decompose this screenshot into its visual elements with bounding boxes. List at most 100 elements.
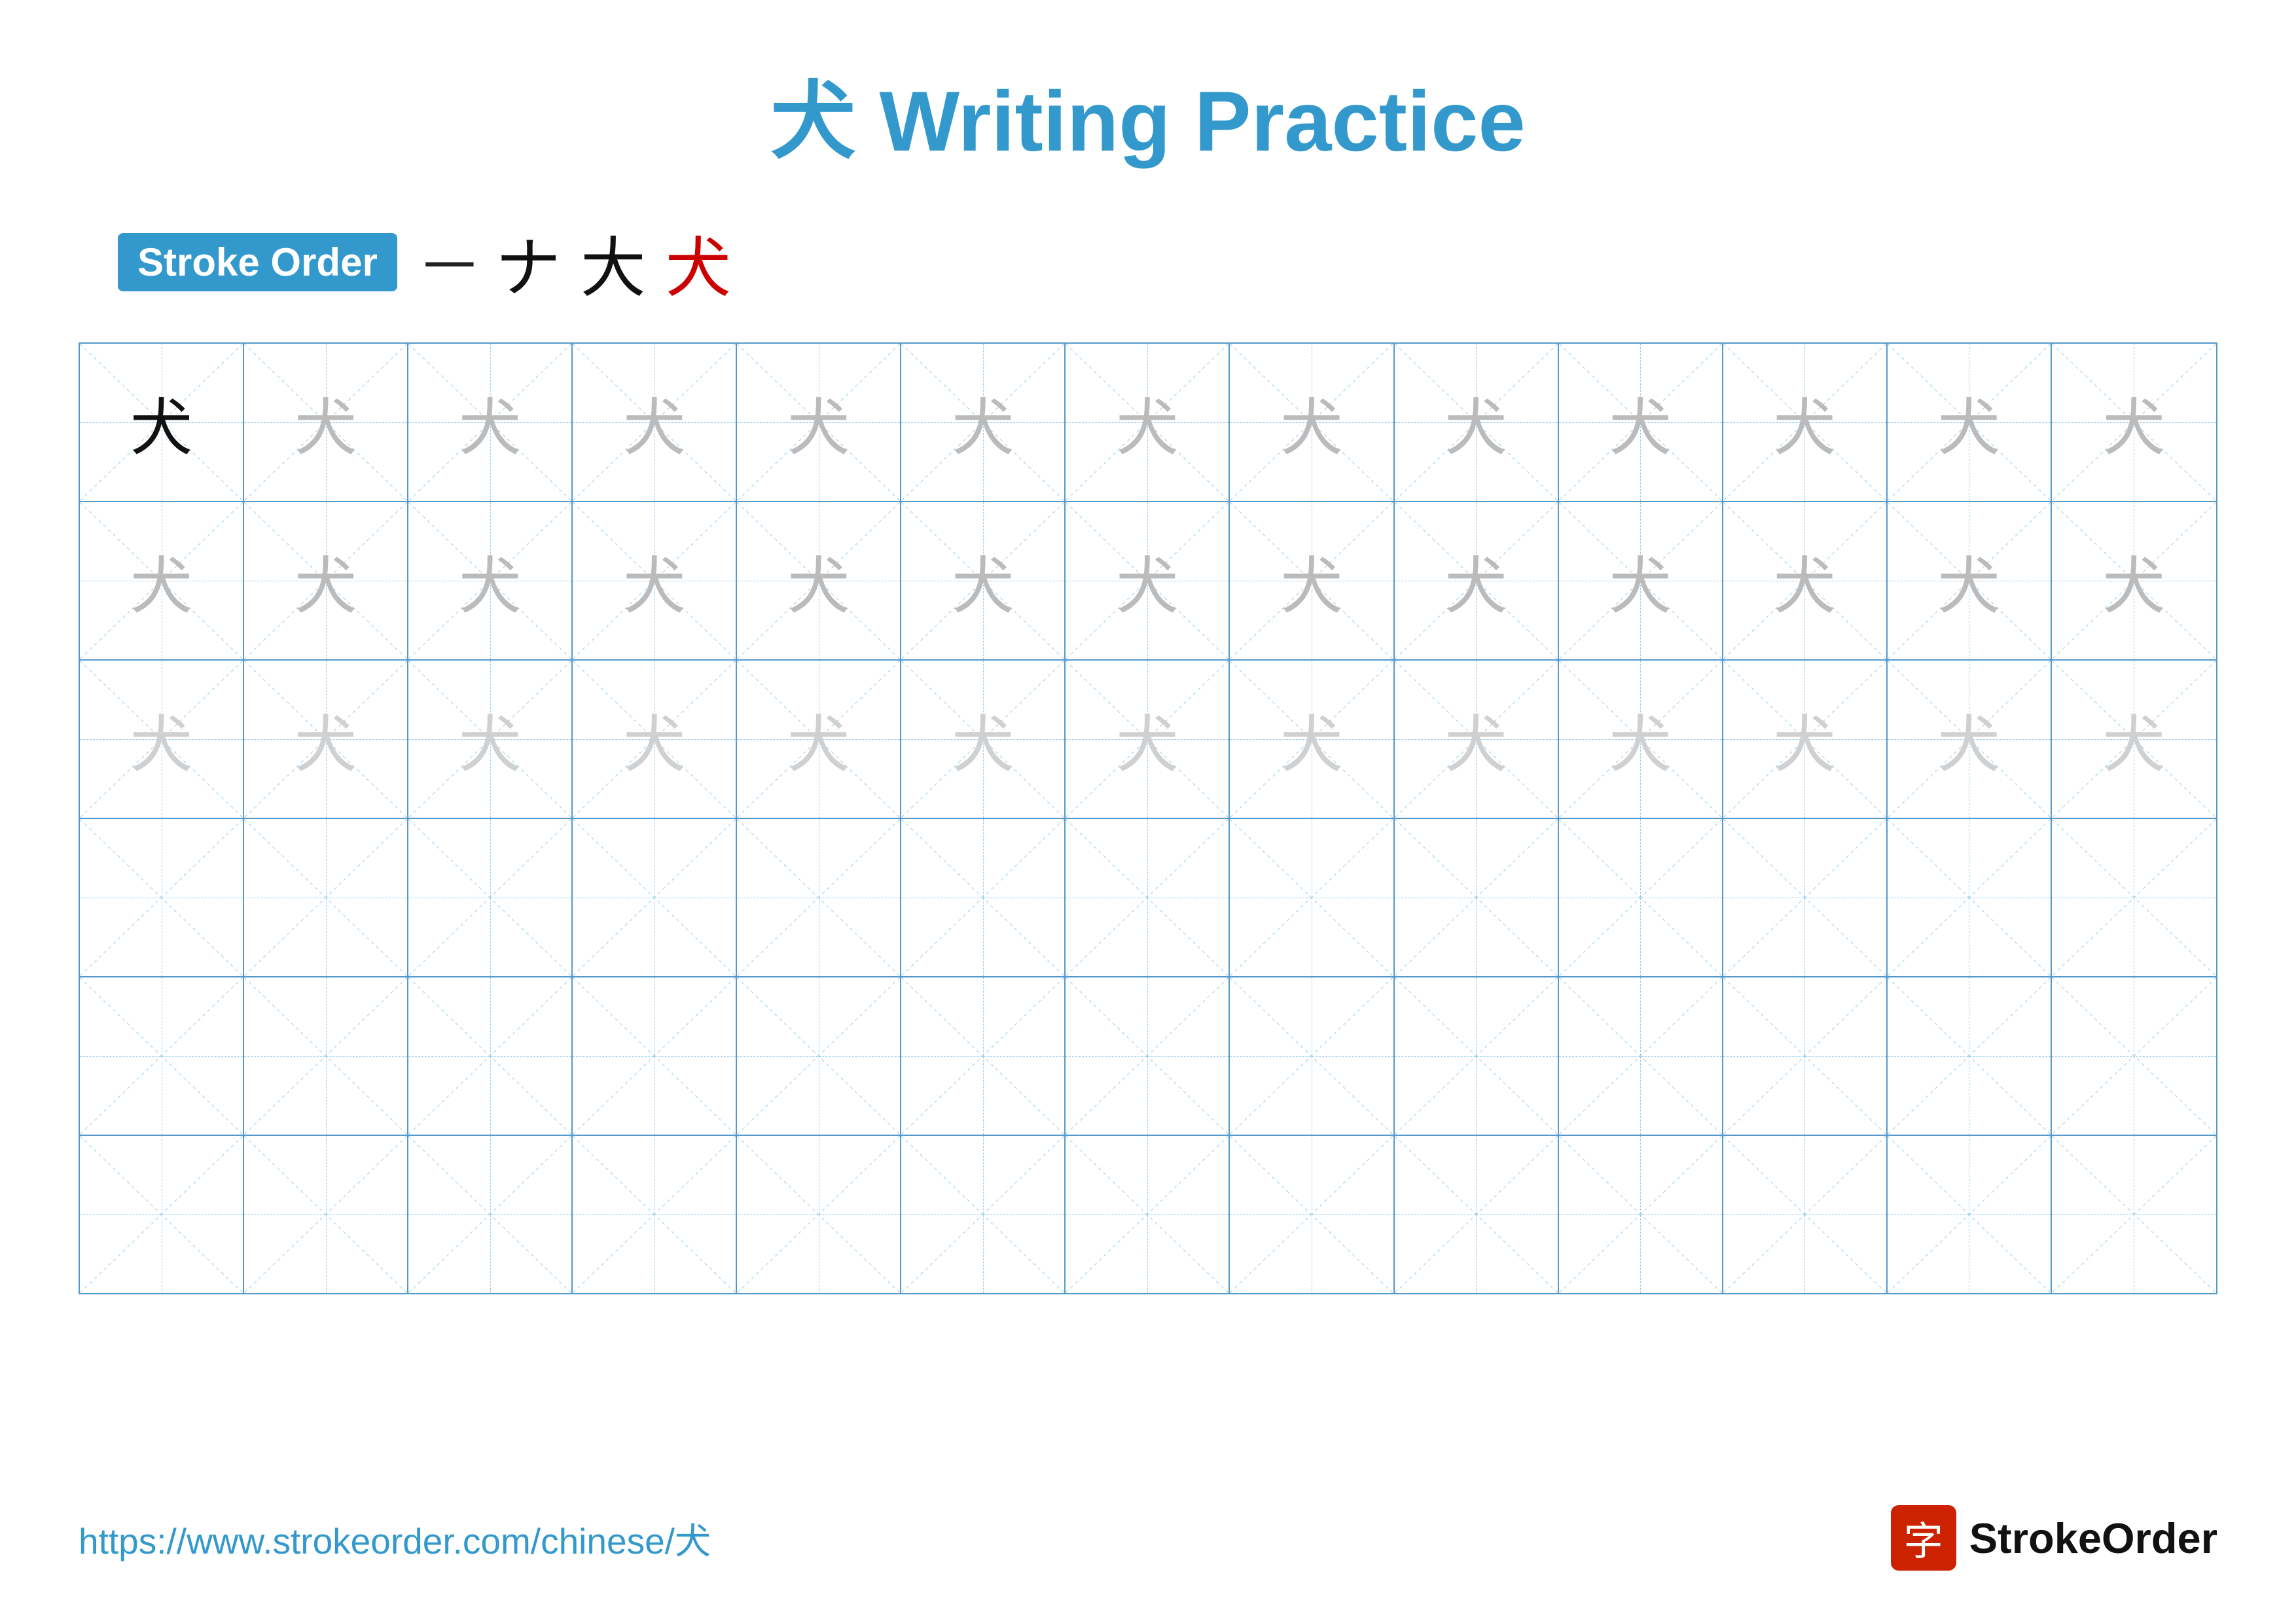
- grid-cell[interactable]: 犬: [2052, 344, 2216, 501]
- practice-char: 犬: [295, 695, 357, 784]
- grid-cell[interactable]: 犬: [1230, 661, 1394, 818]
- grid-cell[interactable]: [1559, 977, 1723, 1135]
- grid-cell[interactable]: 犬: [244, 661, 408, 818]
- grid-cell[interactable]: 犬: [80, 502, 244, 659]
- grid-cell[interactable]: 犬: [1559, 502, 1723, 659]
- grid-cell[interactable]: [1723, 977, 1888, 1135]
- grid-cell[interactable]: [1395, 819, 1559, 976]
- practice-char: 犬: [952, 536, 1014, 626]
- grid-cell[interactable]: [1559, 819, 1723, 976]
- practice-char: 犬: [130, 536, 192, 626]
- grid-cell[interactable]: [901, 819, 1066, 976]
- grid-cell[interactable]: 犬: [901, 502, 1066, 659]
- practice-char: 犬: [1445, 695, 1507, 784]
- grid-cell[interactable]: [573, 977, 737, 1135]
- grid-cell[interactable]: [1066, 819, 1230, 976]
- grid-cell[interactable]: 犬: [408, 502, 573, 659]
- grid-cell[interactable]: 犬: [1230, 344, 1394, 501]
- grid-cell[interactable]: [901, 1136, 1066, 1293]
- grid-cell[interactable]: 犬: [2052, 661, 2216, 818]
- stroke-2: 大: [581, 215, 646, 310]
- grid-cell[interactable]: 犬: [2052, 502, 2216, 659]
- grid-cell[interactable]: [1230, 1136, 1394, 1293]
- grid-cell[interactable]: 犬: [1723, 502, 1888, 659]
- grid-cell[interactable]: [737, 1136, 901, 1293]
- grid-cell[interactable]: 犬: [573, 502, 737, 659]
- grid-cell[interactable]: [1395, 1136, 1559, 1293]
- practice-char: 犬: [1280, 378, 1342, 467]
- grid-row-6: [80, 1136, 2216, 1293]
- grid-cell[interactable]: 犬: [1723, 661, 1888, 818]
- grid-cell[interactable]: 犬: [1066, 661, 1230, 818]
- grid-cell[interactable]: [80, 977, 244, 1135]
- practice-char: 犬: [952, 378, 1014, 467]
- practice-char: 犬: [2103, 695, 2165, 784]
- grid-cell[interactable]: 犬: [408, 661, 573, 818]
- grid-cell[interactable]: [573, 1136, 737, 1293]
- grid-cell[interactable]: [1723, 819, 1888, 976]
- grid-cell[interactable]: [80, 1136, 244, 1293]
- grid-cell[interactable]: 犬: [244, 502, 408, 659]
- grid-cell[interactable]: 犬: [1559, 344, 1723, 501]
- footer-url[interactable]: https://www.strokeorder.com/chinese/犬: [79, 1512, 711, 1564]
- grid-cell[interactable]: [737, 819, 901, 976]
- grid-cell[interactable]: 犬: [573, 344, 737, 501]
- grid-cell[interactable]: 犬: [244, 344, 408, 501]
- grid-cell[interactable]: 犬: [1230, 502, 1394, 659]
- grid-cell[interactable]: [1888, 1136, 2052, 1293]
- grid-cell[interactable]: 犬: [1723, 344, 1888, 501]
- grid-row-5: [80, 977, 2216, 1136]
- grid-cell[interactable]: [244, 819, 408, 976]
- grid-cell[interactable]: 犬: [737, 661, 901, 818]
- grid-cell[interactable]: 犬: [408, 344, 573, 501]
- grid-cell[interactable]: 犬: [1395, 661, 1559, 818]
- grid-cell[interactable]: 犬: [1066, 502, 1230, 659]
- grid-cell[interactable]: 犬: [1395, 344, 1559, 501]
- grid-cell[interactable]: [1723, 1136, 1888, 1293]
- grid-row-1: 犬 犬 犬 犬 犬: [80, 344, 2216, 502]
- grid-cell[interactable]: 犬: [1066, 344, 1230, 501]
- grid-cell[interactable]: [2052, 819, 2216, 976]
- grid-cell[interactable]: [1230, 819, 1394, 976]
- title-area: 犬 Writing Practice: [79, 52, 2217, 175]
- grid-cell[interactable]: 犬: [901, 344, 1066, 501]
- stroke-1: ナ: [495, 215, 561, 310]
- grid-cell[interactable]: [1230, 977, 1394, 1135]
- grid-cell[interactable]: [2052, 1136, 2216, 1293]
- grid-cell[interactable]: [244, 977, 408, 1135]
- grid-cell[interactable]: 犬: [737, 344, 901, 501]
- grid-cell[interactable]: 犬: [573, 661, 737, 818]
- grid-cell[interactable]: [1888, 977, 2052, 1135]
- grid-cell[interactable]: 犬: [737, 502, 901, 659]
- grid-cell[interactable]: [1066, 1136, 1230, 1293]
- grid-row-2: 犬 犬 犬 犬 犬 犬 犬 犬 犬 犬 犬 犬 犬: [80, 502, 2216, 661]
- grid-cell[interactable]: 犬: [1559, 661, 1723, 818]
- grid-cell[interactable]: [1066, 977, 1230, 1135]
- grid-cell[interactable]: [901, 977, 1066, 1135]
- stroke-order-badge: Stroke Order: [118, 233, 397, 291]
- practice-char: 犬: [130, 695, 192, 784]
- grid-cell[interactable]: 犬: [80, 661, 244, 818]
- practice-char-solid: 犬: [130, 378, 192, 467]
- grid-cell[interactable]: 犬: [1888, 502, 2052, 659]
- grid-cell[interactable]: [1395, 977, 1559, 1135]
- grid-cell[interactable]: 犬: [1888, 661, 2052, 818]
- grid-cell[interactable]: 犬: [1395, 502, 1559, 659]
- title-label: Writing Practice: [879, 73, 1525, 169]
- grid-cell[interactable]: [737, 977, 901, 1135]
- grid-cell[interactable]: [408, 1136, 573, 1293]
- grid-cell[interactable]: [1559, 1136, 1723, 1293]
- grid-cell[interactable]: 犬: [80, 344, 244, 501]
- grid-cell[interactable]: [408, 977, 573, 1135]
- stroke-separator: 一: [423, 225, 476, 301]
- practice-char: 犬: [952, 695, 1014, 784]
- grid-cell[interactable]: 犬: [1888, 344, 2052, 501]
- grid-cell[interactable]: [1888, 819, 2052, 976]
- grid-cell[interactable]: [244, 1136, 408, 1293]
- grid-cell[interactable]: [573, 819, 737, 976]
- grid-container: 犬 犬 犬 犬 犬: [79, 342, 2217, 1294]
- grid-cell[interactable]: [80, 819, 244, 976]
- grid-cell[interactable]: [2052, 977, 2216, 1135]
- grid-cell[interactable]: [408, 819, 573, 976]
- grid-cell[interactable]: 犬: [901, 661, 1066, 818]
